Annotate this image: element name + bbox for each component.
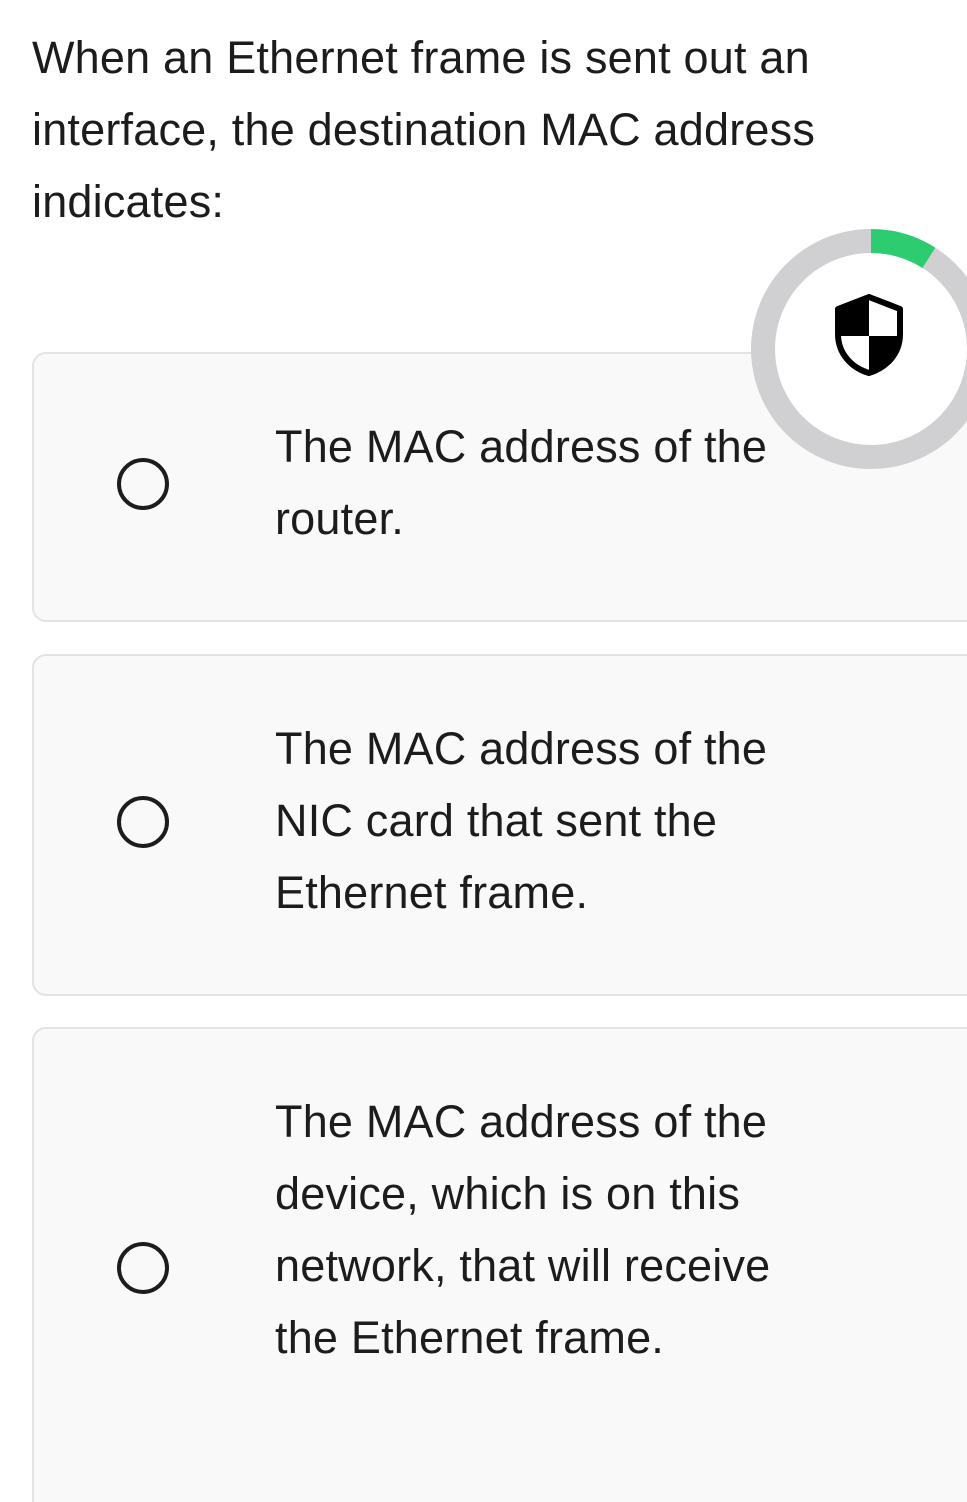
radio-button[interactable]: [117, 1242, 169, 1294]
shield-icon: [835, 294, 903, 376]
security-progress-widget[interactable]: [751, 229, 967, 469]
radio-button[interactable]: [117, 796, 169, 848]
answer-option-sender-nic[interactable]: The MAC address of the NIC card that sen…: [32, 654, 967, 996]
answer-label: The MAC address of the device, which is …: [275, 1096, 771, 1363]
radio-button[interactable]: [117, 458, 169, 510]
answer-label: The MAC address of the NIC card that sen…: [275, 723, 768, 918]
quiz-page: When an Ethernet frame is sent out an in…: [0, 0, 967, 1502]
question-text: When an Ethernet frame is sent out an in…: [32, 32, 816, 227]
answer-option-receiver-device[interactable]: The MAC address of the device, which is …: [32, 1027, 967, 1502]
